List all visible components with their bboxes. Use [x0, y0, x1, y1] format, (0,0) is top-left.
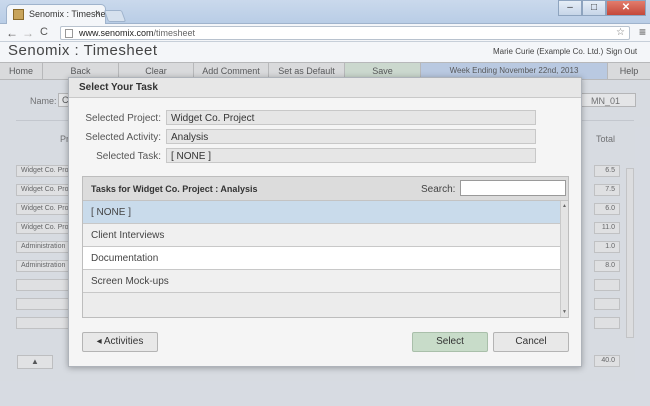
- task-item-client-interviews[interactable]: Client Interviews: [83, 224, 560, 247]
- task-list-header: Tasks for Widget Co. Project : Analysis …: [83, 177, 568, 201]
- task-list-scrollbar[interactable]: ▲ ▼: [560, 201, 568, 317]
- task-item-none[interactable]: [ NONE ]: [83, 201, 560, 224]
- search-input[interactable]: [460, 180, 566, 196]
- task-list-panel: Tasks for Widget Co. Project : Analysis …: [82, 176, 569, 318]
- user-name: Marie Curie (Example Co. Ltd.): [493, 47, 604, 56]
- select-button[interactable]: Select: [412, 332, 488, 352]
- menu-icon[interactable]: ≡: [639, 25, 646, 39]
- dialog-title: Select Your Task: [69, 78, 581, 98]
- browser-toolbar: ← → C www.senomix.com/timesheet ☆ ≡: [0, 24, 650, 42]
- address-bar[interactable]: www.senomix.com/timesheet ☆: [60, 26, 630, 40]
- selected-activity-label: Selected Activity:: [85, 132, 161, 143]
- selected-project-field: Widget Co. Project: [166, 110, 536, 125]
- sign-out-link[interactable]: Sign Out: [606, 47, 637, 56]
- selected-project-label: Selected Project:: [85, 113, 161, 124]
- back-icon[interactable]: ←: [6, 26, 18, 40]
- forward-icon[interactable]: →: [22, 26, 34, 40]
- star-icon[interactable]: ☆: [616, 27, 625, 38]
- new-tab-button[interactable]: [103, 10, 127, 22]
- select-task-dialog: Select Your Task Selected Project: Widge…: [68, 77, 582, 367]
- senomix-favicon-icon: [13, 9, 24, 20]
- task-list: [ NONE ] Client Interviews Documentation…: [83, 201, 560, 293]
- task-list-title: Tasks for Widget Co. Project : Analysis: [91, 184, 258, 194]
- minimize-icon[interactable]: –: [558, 0, 582, 16]
- selected-task-field: [ NONE ]: [166, 148, 536, 163]
- app-title: Senomix : Timesheet: [8, 42, 158, 59]
- activities-button[interactable]: ◂ Activities: [82, 332, 158, 352]
- app-header: Senomix : Timesheet Marie Curie (Example…: [0, 42, 650, 62]
- url-path: /timesheet: [153, 28, 196, 38]
- search-label: Search:: [421, 184, 456, 195]
- tab-close-icon[interactable]: ×: [95, 8, 100, 18]
- cancel-button[interactable]: Cancel: [493, 332, 569, 352]
- scroll-down-icon[interactable]: ▼: [562, 309, 567, 315]
- scroll-up-icon[interactable]: ▲: [562, 203, 567, 209]
- selected-task-label: Selected Task:: [96, 151, 161, 162]
- url-host: www.senomix.com: [79, 28, 154, 38]
- task-item-screen-mockups[interactable]: Screen Mock-ups: [83, 270, 560, 293]
- maximize-icon[interactable]: □: [582, 0, 606, 16]
- selected-activity-field: Analysis: [166, 129, 536, 144]
- reload-icon[interactable]: C: [40, 26, 48, 38]
- browser-tab[interactable]: Senomix : Timesheet ×: [6, 4, 106, 24]
- window-controls: – □ ✕: [558, 0, 646, 16]
- task-item-documentation[interactable]: Documentation: [83, 247, 560, 270]
- close-window-icon[interactable]: ✕: [606, 0, 646, 16]
- browser-titlebar: Senomix : Timesheet × – □ ✕: [0, 0, 650, 24]
- page-icon: [65, 29, 73, 38]
